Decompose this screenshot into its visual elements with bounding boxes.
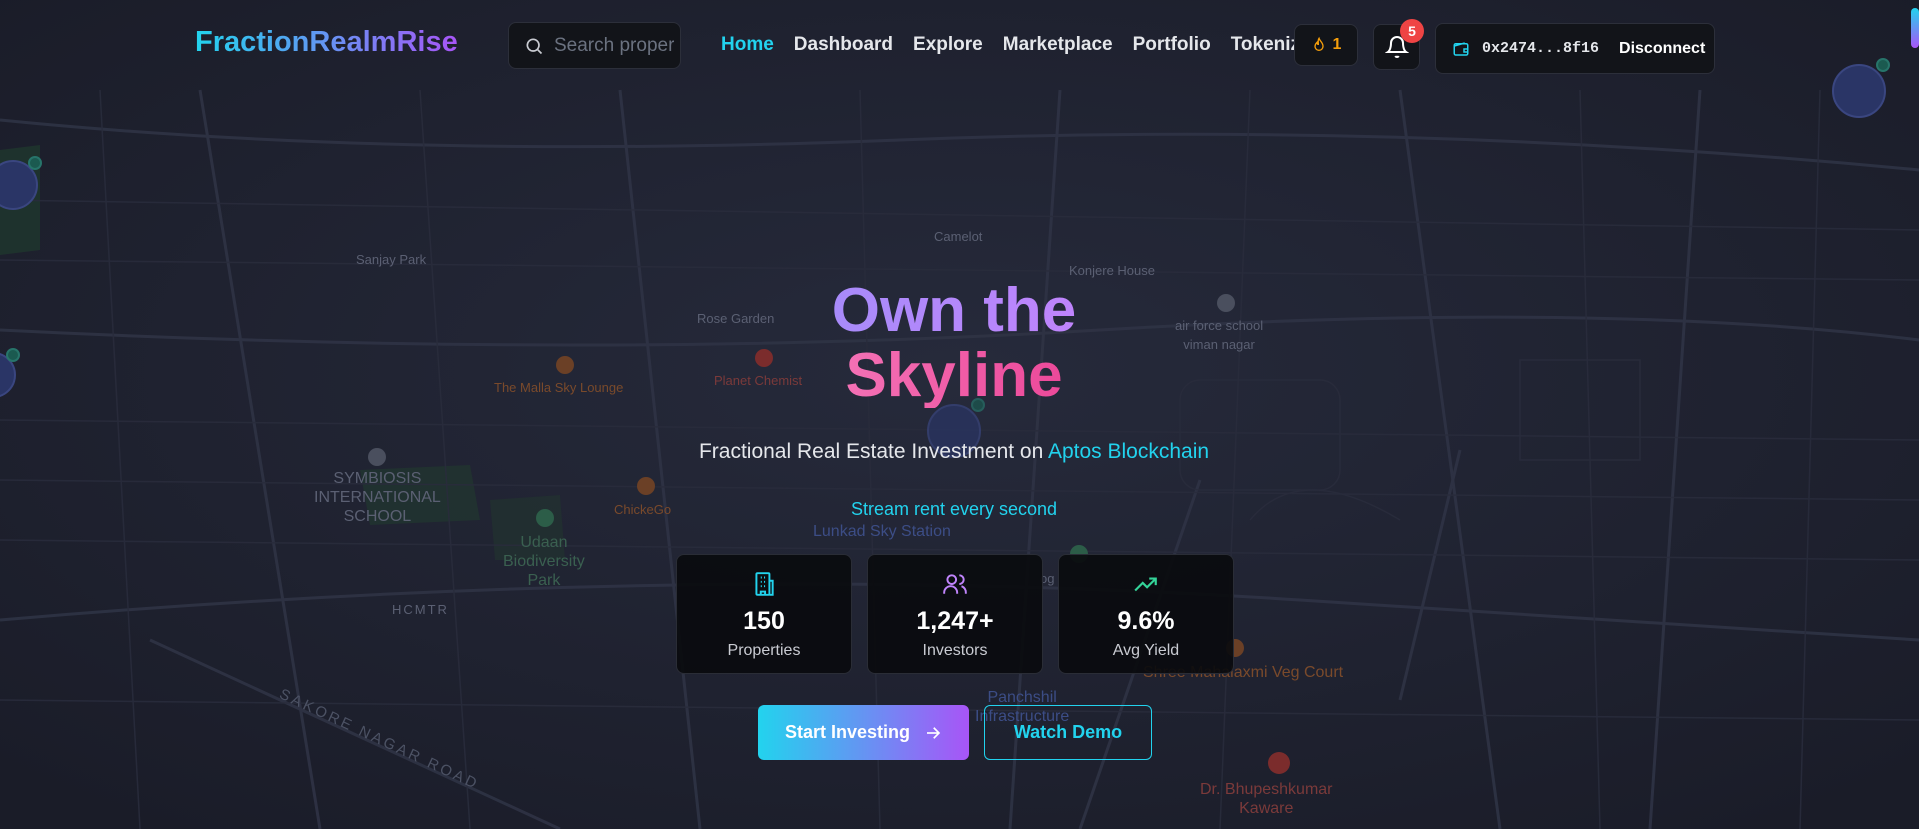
search-box[interactable]: [508, 22, 681, 69]
nav-explore[interactable]: Explore: [913, 34, 983, 56]
wallet-address[interactable]: 0x2474...8f16: [1482, 40, 1599, 57]
stat-value: 1,247+: [916, 607, 994, 635]
wallet-panel: 0x2474...8f16 Disconnect: [1435, 23, 1715, 74]
map-label-doctor: Dr. Bhupeshkumar Kaware: [1200, 781, 1333, 817]
flame-icon: [1313, 36, 1324, 51]
brand-logo[interactable]: FractionRealmRise: [195, 26, 458, 59]
hero-title: Own the Skyline: [0, 278, 1908, 408]
disconnect-button[interactable]: Disconnect: [1619, 40, 1705, 58]
hero-title-line1: Own the: [824, 278, 1084, 343]
nav-portfolio[interactable]: Portfolio: [1133, 34, 1211, 56]
map-label-sanjay-park: Sanjay Park: [356, 252, 427, 267]
map-label-udaan: Udaan Biodiversity Park: [503, 534, 585, 589]
streak-button[interactable]: 1: [1294, 24, 1358, 66]
stat-label: Investors: [922, 642, 988, 659]
stat-label: Properties: [727, 642, 801, 659]
subtitle-highlight: Aptos Blockchain: [1047, 440, 1210, 463]
stat-value: 9.6%: [1117, 607, 1175, 635]
map-pin-chickego[interactable]: [637, 477, 655, 495]
side-scroll-tab[interactable]: [1911, 8, 1919, 48]
notification-badge: 5: [1400, 19, 1424, 43]
wallet-icon: [1453, 41, 1469, 56]
arrow-right-icon: [927, 726, 941, 739]
stats-row: 150 Properties 1,247+ Investors 9.6% Avg…: [676, 554, 1234, 674]
map-pin-doctor[interactable]: [1268, 752, 1290, 774]
map-label-hcmtr: HCMTR: [392, 602, 449, 617]
start-investing-button[interactable]: Start Investing: [758, 705, 969, 760]
stat-card-yield: 9.6% Avg Yield: [1058, 554, 1234, 674]
subtitle-text: Fractional Real Estate Investment on: [698, 440, 1044, 463]
stat-card-investors: 1,247+ Investors: [867, 554, 1043, 674]
stat-card-properties: 150 Properties: [676, 554, 852, 674]
nav-dashboard[interactable]: Dashboard: [794, 34, 893, 56]
map-label-lunkad: Lunkad Sky Station: [813, 523, 951, 540]
stat-label: Avg Yield: [1112, 642, 1180, 659]
hero-title-line2: Skyline: [839, 343, 1069, 408]
top-navbar: FractionRealmRise Home Dashboard Explore…: [0, 4, 1919, 84]
users-icon: [943, 574, 967, 594]
nav-marketplace[interactable]: Marketplace: [1003, 34, 1113, 56]
search-input[interactable]: [554, 34, 674, 57]
hero-tagline: Stream rent every second: [850, 499, 1058, 519]
watch-demo-button[interactable]: Watch Demo: [984, 705, 1152, 760]
trending-up-icon: [1134, 577, 1157, 592]
streak-count: 1: [1332, 36, 1342, 53]
start-investing-label: Start Investing: [784, 722, 911, 742]
search-icon: [526, 38, 543, 54]
building-icon: [755, 572, 774, 596]
stat-value: 150: [743, 607, 785, 635]
hero-subtitle: Fractional Real Estate Investment on Apt…: [0, 440, 1908, 464]
map-label-camelot: Camelot: [934, 229, 983, 244]
main-nav: Home Dashboard Explore Marketplace Portf…: [721, 34, 1311, 56]
nav-home[interactable]: Home: [721, 34, 774, 56]
